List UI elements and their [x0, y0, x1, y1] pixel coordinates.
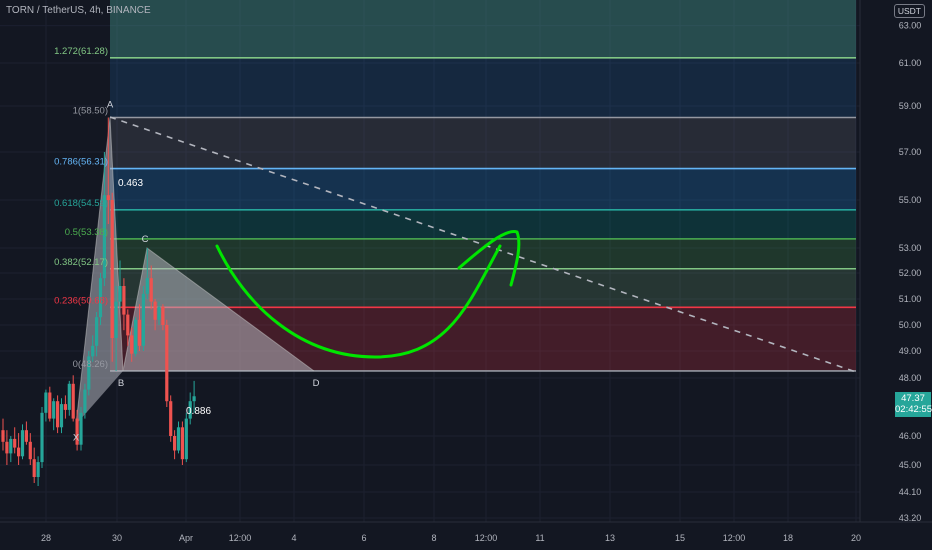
fib-level-label: 1(58.50): [73, 106, 108, 117]
candle-body: [67, 383, 71, 410]
candle-body: [28, 441, 32, 460]
candle-body: [130, 335, 134, 354]
candle-body: [20, 430, 25, 457]
price-axis-label: 59.00: [899, 101, 922, 111]
fib-level-label: 0.786(56.31): [54, 157, 108, 168]
time-axis-label: Apr: [179, 533, 193, 543]
price-axis-label: 44.10: [899, 487, 922, 497]
price-axis-label: 46.00: [899, 431, 922, 441]
fib-level-label: 0.5(53.38): [65, 227, 108, 238]
price-axis-label: 55.00: [899, 195, 922, 205]
candle-body: [184, 418, 188, 460]
fib-level-label: 0.618(54.59): [54, 198, 108, 209]
price-axis-label: 53.00: [899, 243, 922, 253]
last-price-value: 47.37: [901, 393, 925, 404]
candle-body: [24, 430, 28, 442]
candle-body: [40, 412, 44, 463]
price-axis-label: 50.00: [899, 320, 922, 330]
price-axis-label: 51.00: [899, 294, 922, 304]
pattern-ratio-label: 0.886: [186, 406, 211, 417]
pattern-point-label: C: [142, 234, 149, 245]
symbol-title: TORN / TetherUS, 4h, BINANCE: [6, 5, 151, 16]
time-axis-label: 6: [361, 533, 366, 543]
currency-button[interactable]: USDT: [893, 4, 925, 18]
candle-body: [122, 286, 126, 315]
candle-body: [48, 392, 52, 419]
candle-body: [118, 286, 122, 302]
candle-body: [153, 301, 157, 320]
fib-level-label: 0.236(50.68): [54, 295, 108, 306]
candle-body: [36, 462, 40, 477]
fib-level-label: 0(48.26): [73, 359, 108, 370]
fib-level-label: 0.382(52.17): [54, 257, 108, 268]
candle-body: [161, 306, 165, 325]
last-price-countdown: 02:42:55: [895, 404, 932, 415]
candle-body: [145, 278, 149, 294]
time-axis-label: 15: [675, 533, 685, 543]
time-axis-label: 11: [535, 533, 544, 543]
pattern-point-label: D: [313, 378, 320, 389]
candle-body: [63, 404, 67, 410]
price-axis-label: 49.00: [899, 346, 922, 356]
time-axis-label: 28: [41, 533, 51, 543]
candle-body: [5, 441, 9, 454]
time-axis-label: 13: [605, 533, 615, 543]
pattern-point-label: X: [73, 432, 80, 443]
price-axis-label: 57.00: [899, 147, 922, 157]
candle-body: [83, 389, 87, 413]
candle-body: [79, 412, 83, 445]
trading-chart[interactable]: 1.272(61.28) 1(58.50) 0.786(56.31) 0.618(54…: [0, 0, 932, 550]
price-axis-label: 45.00: [899, 460, 922, 470]
candle-body: [126, 314, 130, 336]
time-axis-label: 12:00: [723, 533, 746, 543]
candle-body: [180, 427, 184, 460]
candle-body: [52, 401, 56, 419]
candle-body: [157, 306, 161, 320]
price-axis-label: 48.00: [899, 373, 922, 383]
candle-body: [192, 396, 196, 402]
candle-body: [9, 438, 13, 454]
candle-body: [149, 278, 153, 302]
pattern-point-label: B: [118, 378, 124, 389]
fib-level-label: 1.272(61.28): [54, 46, 108, 57]
pattern-ratio-label: 0.463: [118, 178, 143, 189]
candle-body: [59, 404, 64, 428]
fib-zone: [110, 0, 856, 58]
candle-body: [173, 436, 177, 451]
pattern-point-label: A: [107, 100, 114, 111]
time-axis-label: 20: [851, 533, 861, 543]
price-axis-label: 63.00: [899, 21, 922, 31]
price-axis-label: 43.20: [899, 513, 922, 523]
time-axis-label: 12:00: [475, 533, 498, 543]
price-axis-label: 61.00: [899, 58, 922, 68]
candle-body: [165, 325, 169, 402]
candle-body: [176, 427, 181, 451]
candle-body: [114, 301, 118, 338]
candle-body: [134, 319, 138, 354]
candle-body: [44, 392, 48, 413]
candle-body: [17, 447, 21, 457]
time-axis-label: 4: [291, 533, 296, 543]
fib-zone: [110, 117, 856, 169]
candle-body: [32, 459, 36, 477]
candle-body: [95, 317, 99, 346]
fib-zone: [110, 168, 856, 210]
fib-zone: [110, 57, 856, 118]
last-price-tag: 47.37 02:42:55: [895, 392, 932, 417]
candle-body: [91, 345, 95, 357]
candle-body: [71, 383, 75, 419]
price-axis-label: 52.00: [899, 268, 922, 278]
time-axis-label: 12:00: [229, 533, 252, 543]
candle-body: [169, 401, 173, 436]
time-axis-label: 8: [431, 533, 436, 543]
candle-body: [141, 293, 145, 346]
candle-body: [1, 430, 5, 442]
fib-zone: [110, 209, 856, 239]
candle-body: [56, 401, 60, 428]
candle-body: [13, 438, 17, 448]
candle-body: [137, 319, 142, 346]
candle-body: [110, 200, 114, 338]
time-axis-label: 30: [112, 533, 122, 543]
time-axis-label: 18: [783, 533, 793, 543]
